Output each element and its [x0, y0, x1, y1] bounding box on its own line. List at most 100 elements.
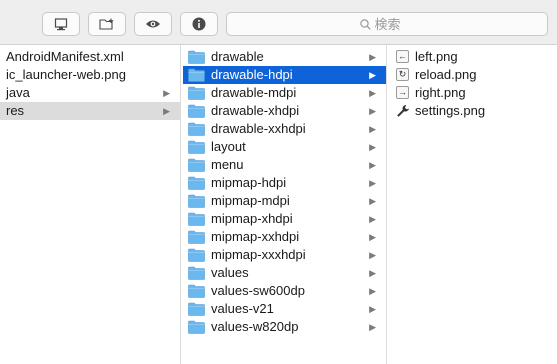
- disclosure-arrow-icon: ▶: [369, 286, 376, 296]
- disclosure-arrow-icon: ▶: [369, 304, 376, 314]
- list-item[interactable]: java ▶: [0, 84, 180, 102]
- disclosure-arrow-icon: ▶: [369, 232, 376, 242]
- disclosure-arrow-icon: ▶: [163, 88, 170, 98]
- new-folder-button[interactable]: [88, 12, 126, 36]
- folder-icon: [188, 122, 205, 136]
- item-label: drawable-hdpi: [211, 67, 293, 82]
- disclosure-arrow-icon: ▶: [369, 124, 376, 134]
- list-item-selected[interactable]: res ▶: [0, 102, 180, 120]
- folder-item[interactable]: mipmap-hdpi ▶: [183, 174, 386, 192]
- toolbar: [0, 0, 557, 45]
- disclosure-arrow-icon: ▶: [369, 178, 376, 188]
- list-item[interactable]: ic_launcher-web.png: [0, 66, 180, 84]
- item-label: reload.png: [415, 67, 477, 82]
- folder-icon: [188, 248, 205, 262]
- folder-item[interactable]: mipmap-mdpi ▶: [183, 192, 386, 210]
- item-label: mipmap-hdpi: [211, 175, 287, 190]
- item-label: drawable-xxhdpi: [211, 121, 306, 136]
- folder-icon: [188, 176, 205, 190]
- item-label: mipmap-xxhdpi: [211, 229, 300, 244]
- folder-item[interactable]: values-v21 ▶: [183, 300, 386, 318]
- folder-item[interactable]: layout ▶: [183, 138, 386, 156]
- list-item[interactable]: ↻ reload.png: [388, 66, 557, 84]
- folder-item[interactable]: mipmap-xxhdpi ▶: [183, 228, 386, 246]
- item-label: values: [211, 265, 249, 280]
- wrench-icon: [397, 105, 409, 117]
- folder-item[interactable]: values ▶: [183, 264, 386, 282]
- folder-icon: [188, 140, 205, 154]
- disclosure-arrow-icon: ▶: [369, 106, 376, 116]
- disclosure-arrow-icon: ▶: [369, 214, 376, 224]
- folder-item[interactable]: mipmap-xhdpi ▶: [183, 210, 386, 228]
- item-label: mipmap-xxxhdpi: [211, 247, 306, 262]
- item-label: right.png: [415, 85, 466, 100]
- folder-item-selected[interactable]: drawable-hdpi ▶: [183, 66, 386, 84]
- disclosure-arrow-icon: ▶: [369, 70, 376, 80]
- search-input[interactable]: [374, 16, 415, 32]
- item-label: menu: [211, 157, 244, 172]
- disclosure-arrow-icon: ▶: [369, 322, 376, 332]
- item-label: res: [6, 103, 25, 118]
- folder-icon: [188, 194, 205, 208]
- folder-icon: [188, 104, 205, 118]
- list-item[interactable]: AndroidManifest.xml: [0, 48, 180, 66]
- item-label: ic_launcher-web.png: [6, 67, 126, 82]
- folder-item[interactable]: drawable-mdpi ▶: [183, 84, 386, 102]
- folder-item[interactable]: menu ▶: [183, 156, 386, 174]
- disclosure-arrow-icon: ▶: [369, 142, 376, 152]
- folder-icon: [188, 320, 205, 334]
- item-label: drawable-mdpi: [211, 85, 297, 100]
- item-label: values-sw600dp: [211, 283, 305, 298]
- item-label: values-w820dp: [211, 319, 299, 334]
- item-label: java: [6, 85, 30, 100]
- folder-icon: [188, 266, 205, 280]
- folder-icon: [188, 158, 205, 172]
- computer-button[interactable]: [42, 12, 80, 36]
- disclosure-arrow-icon: ▶: [369, 268, 376, 278]
- disclosure-arrow-icon: ▶: [369, 160, 376, 170]
- info-icon: [192, 17, 206, 31]
- folder-icon: [188, 50, 205, 64]
- column-root: AndroidManifest.xml ic_launcher-web.png …: [0, 45, 181, 364]
- search-field[interactable]: [226, 12, 548, 36]
- folder-item[interactable]: values-sw600dp ▶: [183, 282, 386, 300]
- folder-item[interactable]: values-w820dp ▶: [183, 318, 386, 336]
- get-info-button[interactable]: [180, 12, 218, 36]
- item-label: mipmap-mdpi: [211, 193, 290, 208]
- column-res: drawable ▶ drawable-hdpi ▶ drawable-mdpi ▶ dra…: [182, 45, 387, 364]
- eye-icon: [146, 20, 160, 28]
- folder-item[interactable]: drawable ▶: [183, 48, 386, 66]
- folder-icon: [188, 302, 205, 316]
- item-label: values-v21: [211, 301, 274, 316]
- item-label: settings.png: [415, 103, 486, 118]
- folder-icon: [188, 230, 205, 244]
- folder-icon: [188, 284, 205, 298]
- reload-icon: ↻: [396, 68, 409, 81]
- item-label: left.png: [415, 49, 458, 64]
- computer-icon: [54, 17, 68, 30]
- list-item[interactable]: → right.png: [388, 84, 557, 102]
- left-arrow-icon: ←: [396, 50, 409, 63]
- item-label: drawable-xhdpi: [211, 103, 300, 118]
- folder-icon: [188, 86, 205, 100]
- quick-look-button[interactable]: [134, 12, 172, 36]
- list-item[interactable]: settings.png: [388, 102, 557, 120]
- disclosure-arrow-icon: ▶: [369, 52, 376, 62]
- disclosure-arrow-icon: ▶: [163, 106, 170, 116]
- search-icon: [359, 18, 371, 30]
- item-label: mipmap-xhdpi: [211, 211, 293, 226]
- new-folder-icon: [99, 18, 114, 30]
- folder-icon: [188, 212, 205, 226]
- item-label: drawable: [211, 49, 264, 64]
- item-label: AndroidManifest.xml: [6, 49, 124, 64]
- column-drawable-hdpi: ← left.png ↻ reload.png → right.png sett…: [388, 45, 557, 364]
- folder-item[interactable]: drawable-xhdpi ▶: [183, 102, 386, 120]
- item-label: layout: [211, 139, 246, 154]
- folder-item[interactable]: drawable-xxhdpi ▶: [183, 120, 386, 138]
- disclosure-arrow-icon: ▶: [369, 250, 376, 260]
- disclosure-arrow-icon: ▶: [369, 196, 376, 206]
- disclosure-arrow-icon: ▶: [369, 88, 376, 98]
- list-item[interactable]: ← left.png: [388, 48, 557, 66]
- right-arrow-icon: →: [396, 86, 409, 99]
- folder-item[interactable]: mipmap-xxxhdpi ▶: [183, 246, 386, 264]
